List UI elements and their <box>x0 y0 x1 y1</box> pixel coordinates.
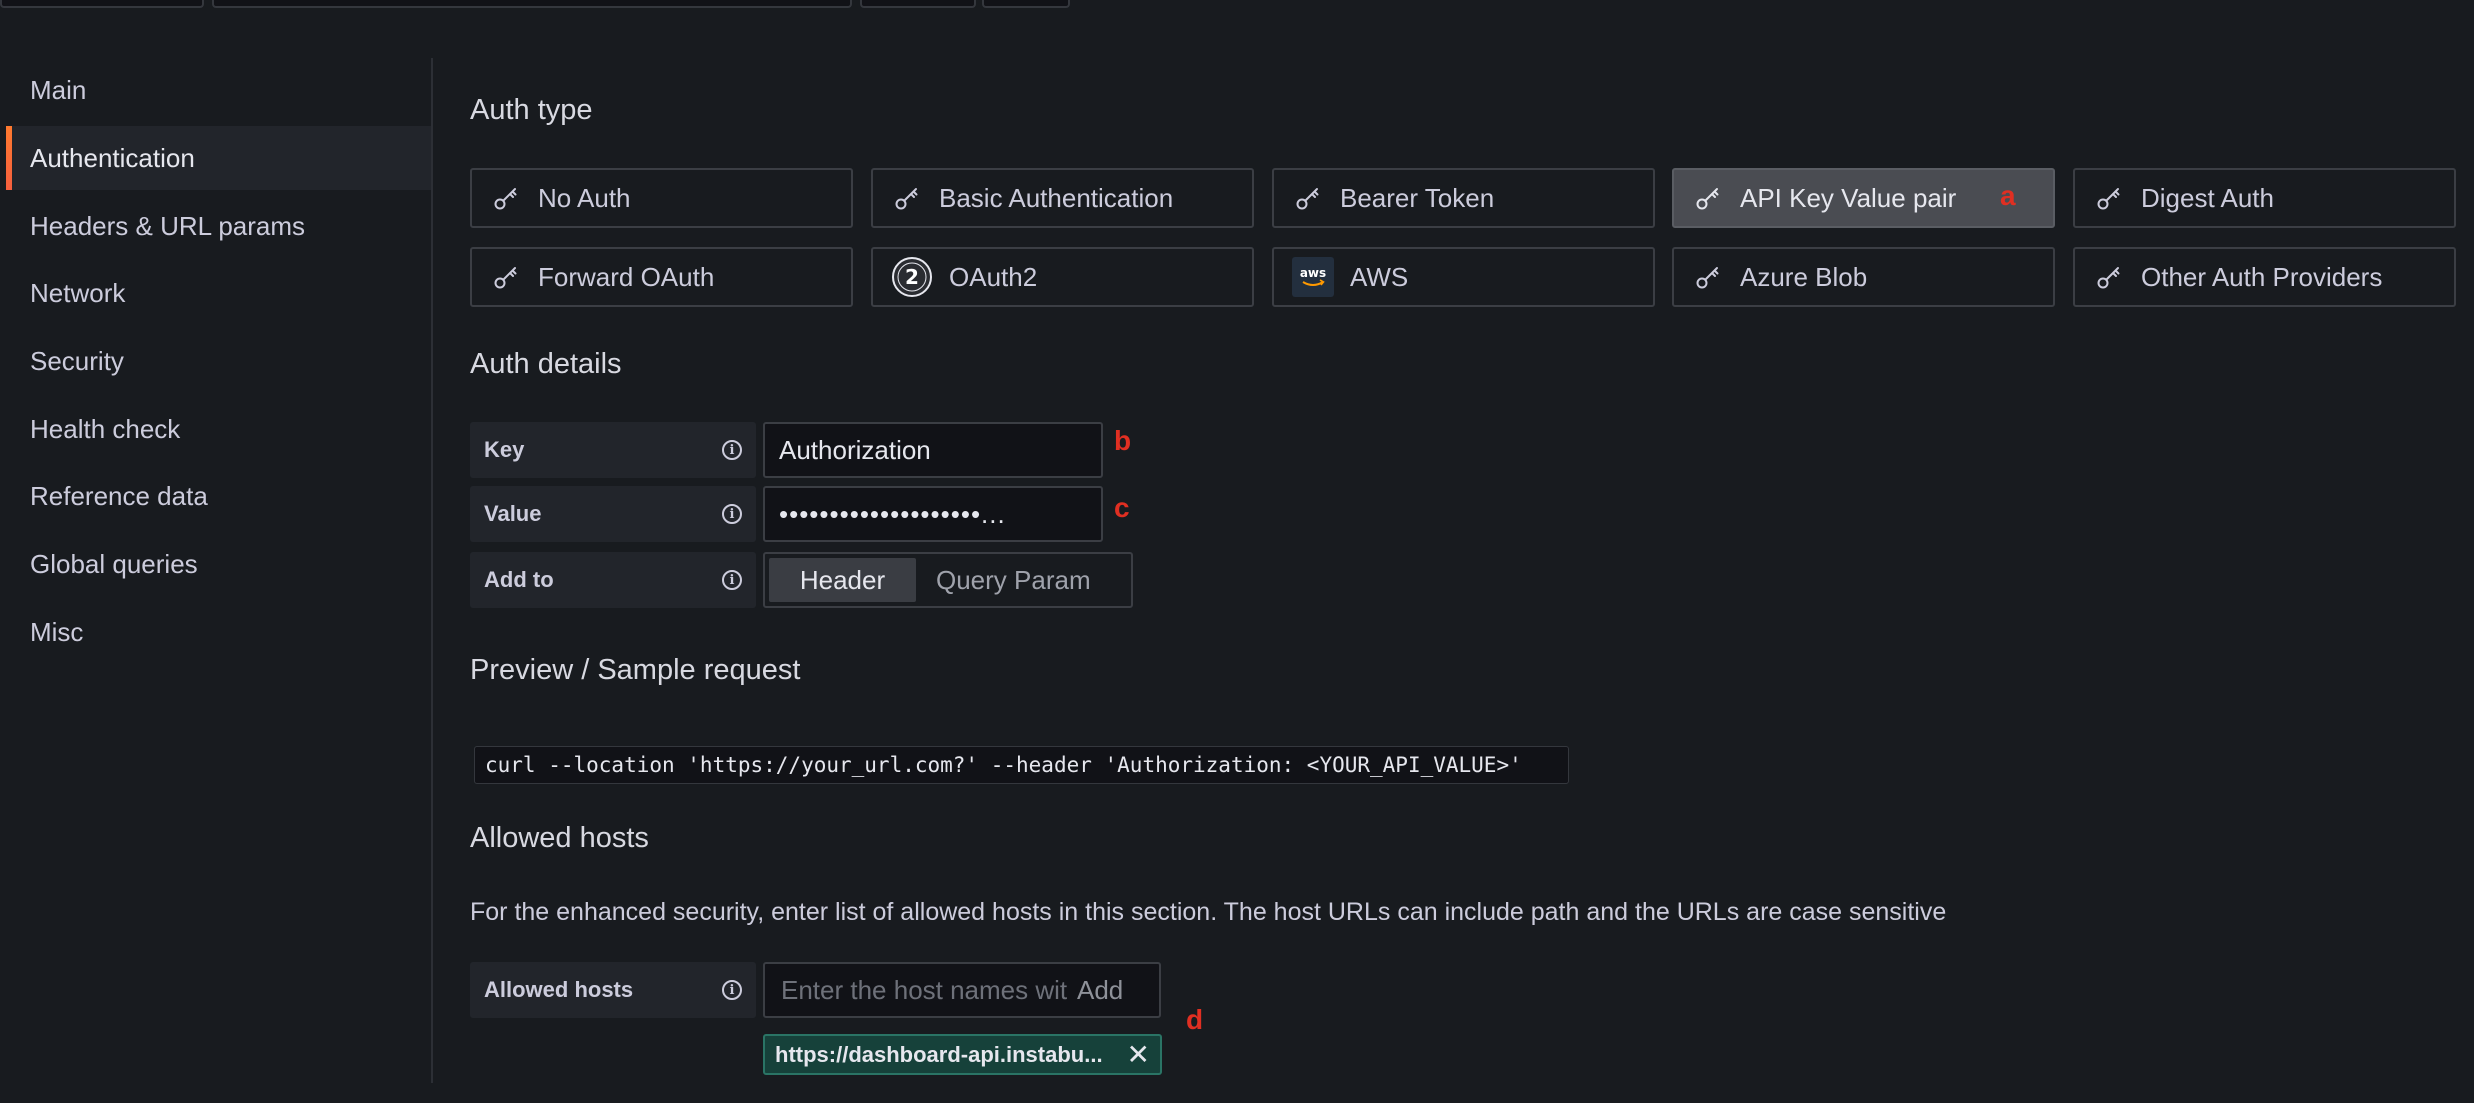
add-to-header-option[interactable]: Header <box>769 558 916 602</box>
add-to-label-row: Add to i <box>470 552 756 608</box>
auth-option-label: API Key Value pair <box>1740 182 1957 213</box>
auth-option-api-key-value-pair[interactable]: API Key Value pair <box>1672 168 2055 228</box>
sidebar-item-label: Health check <box>30 413 181 444</box>
value-label-row: Value i <box>470 486 756 542</box>
auth-option-label: Digest Auth <box>2141 182 2274 213</box>
key-icon <box>2095 184 2123 212</box>
sidebar-item-label: Reference data <box>30 480 208 511</box>
auth-option-digest-auth[interactable]: Digest Auth <box>2073 168 2456 228</box>
auth-option-forward-oauth[interactable]: Forward OAuth <box>470 247 853 307</box>
key-icon <box>492 184 520 212</box>
sidebar-item-network[interactable]: Network <box>6 261 431 325</box>
sidebar-item-misc[interactable]: Misc <box>6 600 431 664</box>
auth-option-label: Forward OAuth <box>538 261 715 292</box>
sidebar-item-security[interactable]: Security <box>6 329 431 393</box>
auth-option-oauth2[interactable]: 2 OAuth2 <box>871 247 1254 307</box>
sidebar-item-health-check[interactable]: Health check <box>6 397 431 461</box>
auth-option-label: Bearer Token <box>1340 182 1495 213</box>
auth-option-azure-blob[interactable]: Azure Blob <box>1672 247 2055 307</box>
add-to-label: Add to <box>484 567 554 592</box>
auth-details-heading: Auth details <box>470 348 622 380</box>
key-icon <box>1694 263 1722 291</box>
add-host-button[interactable]: Add <box>1077 975 1123 1006</box>
annotation-marker-b: b <box>1114 425 1132 456</box>
sidebar-item-label: Misc <box>30 616 84 647</box>
top-control-2[interactable] <box>212 0 852 8</box>
preview-heading: Preview / Sample request <box>470 654 801 686</box>
auth-option-label: Azure Blob <box>1740 261 1868 292</box>
add-to-query-param-option[interactable]: Query Param <box>920 558 1107 602</box>
active-indicator <box>6 126 12 190</box>
sidebar-item-label: Network <box>30 277 126 308</box>
sidebar-item-global-queries[interactable]: Global queries <box>6 532 431 596</box>
key-icon <box>893 184 921 212</box>
value-password-input[interactable]: ••••••••••••••••••••... <box>763 486 1103 542</box>
auth-option-label: Other Auth Providers <box>2141 261 2383 292</box>
allowed-hosts-heading: Allowed hosts <box>470 822 649 854</box>
top-control-3[interactable] <box>860 0 976 8</box>
top-control-1[interactable] <box>0 0 204 8</box>
auth-option-label: OAuth2 <box>949 261 1038 292</box>
info-icon[interactable]: i <box>722 570 742 590</box>
key-label: Key <box>484 437 525 462</box>
annotation-marker-c: c <box>1114 492 1130 523</box>
key-label-row: Key i <box>470 422 756 478</box>
key-input[interactable]: Authorization <box>763 422 1103 478</box>
allowed-hosts-input-group: Add <box>763 962 1161 1018</box>
info-icon[interactable]: i <box>722 440 742 460</box>
sidebar-item-authentication[interactable]: Authentication <box>6 126 431 190</box>
annotation-marker-d: d <box>1186 1004 1204 1035</box>
allowed-hosts-label-row: Allowed hosts i <box>470 962 756 1018</box>
oauth2-icon: 2 <box>891 256 933 298</box>
allowed-host-tag-label: https://dashboard-api.instabu... <box>775 1041 1103 1067</box>
key-icon <box>492 263 520 291</box>
sidebar-item-main[interactable]: Main <box>6 58 431 122</box>
remove-host-icon[interactable]: ✕ <box>1127 1038 1150 1071</box>
sidebar-item-label: Headers & URL params <box>30 210 306 241</box>
value-label: Value <box>484 501 542 526</box>
svg-text:aws: aws <box>1300 266 1326 280</box>
auth-option-bearer-token[interactable]: Bearer Token <box>1272 168 1655 228</box>
allowed-host-tag: https://dashboard-api.instabu... ✕ <box>763 1034 1162 1075</box>
auth-option-label: Basic Authentication <box>939 182 1174 213</box>
settings-sidebar: Main Authentication Headers & URL params… <box>0 58 433 1083</box>
aws-icon: aws <box>1292 257 1334 297</box>
annotation-marker-a: a <box>2000 180 2016 211</box>
auth-option-label: No Auth <box>538 182 631 213</box>
top-control-4[interactable] <box>982 0 1070 8</box>
svg-text:2: 2 <box>905 265 919 289</box>
key-icon <box>1694 184 1722 212</box>
key-icon <box>2095 263 2123 291</box>
allowed-hosts-input[interactable] <box>779 973 1069 1007</box>
allowed-hosts-label: Allowed hosts <box>484 977 634 1002</box>
sidebar-item-label: Security <box>30 345 124 376</box>
sidebar-item-label: Authentication <box>30 142 195 173</box>
auth-option-aws[interactable]: aws AWS <box>1272 247 1655 307</box>
info-icon[interactable]: i <box>722 980 742 1000</box>
info-icon[interactable]: i <box>722 504 742 524</box>
sidebar-item-headers-url-params[interactable]: Headers & URL params <box>6 194 431 258</box>
auth-option-label: AWS <box>1350 261 1409 292</box>
sidebar-item-reference-data[interactable]: Reference data <box>6 464 431 528</box>
auth-option-no-auth[interactable]: No Auth <box>470 168 853 228</box>
key-icon <box>1294 184 1322 212</box>
auth-option-other-auth-providers[interactable]: Other Auth Providers <box>2073 247 2456 307</box>
top-toolbar-fragment <box>0 0 2474 8</box>
sidebar-item-label: Global queries <box>30 548 198 579</box>
add-to-radio-group: Header Query Param <box>763 552 1133 608</box>
auth-type-heading: Auth type <box>470 94 593 126</box>
sidebar-item-label: Main <box>30 74 87 105</box>
auth-option-basic-authentication[interactable]: Basic Authentication <box>871 168 1254 228</box>
sample-request-code: curl --location 'https://your_url.com?' … <box>474 746 1569 784</box>
allowed-hosts-description: For the enhanced security, enter list of… <box>470 898 1947 926</box>
